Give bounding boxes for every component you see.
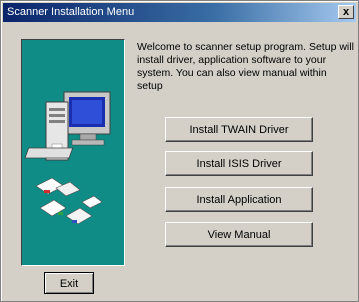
close-icon: x xyxy=(342,6,350,18)
setup-window: Scanner Installation Menu x Welcome to s… xyxy=(0,0,359,302)
install-twain-driver-button[interactable]: Install TWAIN Driver xyxy=(165,117,313,142)
monitor-icon xyxy=(63,91,111,146)
keyboard-icon xyxy=(24,147,74,159)
computer-with-documents-icon xyxy=(24,91,111,225)
window-title: Scanner Installation Menu xyxy=(7,6,135,18)
welcome-text: Welcome to scanner setup program. Setup … xyxy=(137,41,354,92)
install-isis-driver-button[interactable]: Install ISIS Driver xyxy=(165,151,313,176)
exit-button[interactable]: Exit xyxy=(44,272,94,294)
view-manual-button[interactable]: View Manual xyxy=(165,222,313,247)
install-application-button[interactable]: Install Application xyxy=(165,187,313,212)
illustration-panel xyxy=(21,39,125,266)
title-bar[interactable]: Scanner Installation Menu x xyxy=(3,3,356,22)
documents-icon xyxy=(35,177,103,225)
close-button[interactable]: x xyxy=(338,5,354,19)
